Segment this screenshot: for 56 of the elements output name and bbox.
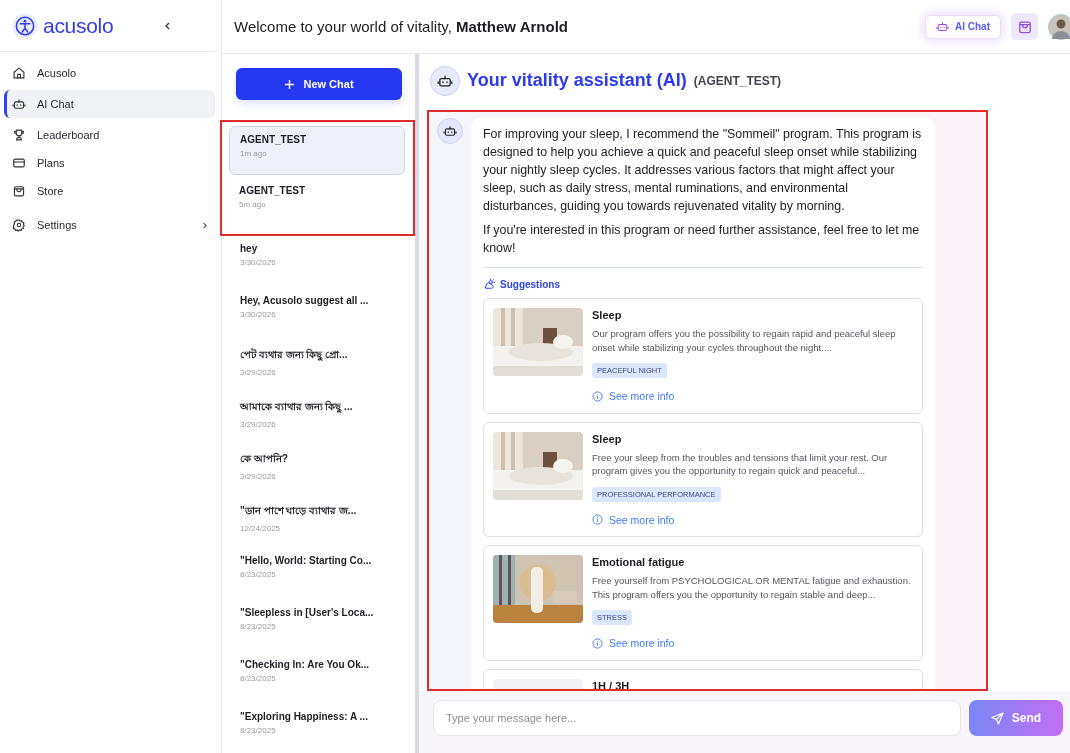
chat-item[interactable]: কে আপনি? 3/29/2026 xyxy=(222,444,415,496)
card-description: Our program offers you the possibility to regain rapid and peaceful sleep onset while stabilizing your cycles throughout the night.... xyxy=(592,327,897,354)
trophy-icon xyxy=(12,128,26,142)
card-description: Free yourself from PSYCHOLOGICAL OR MENTAL fatigue and exhaustion. This program offers you the opportunity to regain stable and deep... xyxy=(592,574,912,601)
info-icon xyxy=(592,637,603,649)
robot-icon xyxy=(430,65,460,96)
chat-item[interactable]: "Checking In: Are You Ok... 8/23/2025 xyxy=(222,652,415,704)
nav-item[interactable]: Leaderboard xyxy=(4,124,215,146)
brand-name: acusolo xyxy=(43,13,115,38)
robot-icon xyxy=(12,97,26,111)
see-more-link[interactable]: See more info xyxy=(592,390,675,402)
ai-chat-button[interactable]: AI Chat xyxy=(925,14,1001,39)
nav-item[interactable]: Settings xyxy=(4,214,215,236)
cart-button[interactable] xyxy=(1011,13,1038,40)
chat-item[interactable]: hey 3/30/2026 xyxy=(222,236,415,288)
logo-icon xyxy=(12,12,38,39)
suggestions-label: Suggestions xyxy=(500,278,560,290)
info-icon xyxy=(592,390,603,402)
nav-item[interactable]: Store xyxy=(4,180,215,202)
agent-name: (AGENT_TEST) xyxy=(693,73,782,88)
chat-item[interactable]: আমাকে ব্যাথার জন্য কিছু ... 3/29/2026 xyxy=(222,392,415,444)
message-input[interactable]: Type your message here... xyxy=(433,700,961,736)
new-chat-button[interactable]: New Chat xyxy=(236,68,402,100)
avatar[interactable] xyxy=(1048,13,1070,40)
see-more-link[interactable]: See more info xyxy=(592,513,675,526)
chat-item[interactable]: "Exploring Happiness: A ... 8/23/2025 xyxy=(222,704,415,753)
chat-item[interactable]: AGENT_TEST 5m ago xyxy=(229,178,405,227)
chat-item[interactable]: "ডান পাশে ঘাড়ে ব্যাথার জ... 12/24/2025 xyxy=(222,496,415,548)
plus-icon xyxy=(284,78,296,90)
chat-item[interactable]: "Sleepless in [User's Loca... 8/23/2025 xyxy=(222,600,415,652)
message-text: If you're interested in this program or need further assistance, feel free to let me know! xyxy=(483,222,921,257)
card-title: 1H / 3H xyxy=(592,679,631,689)
card-icon xyxy=(12,156,26,170)
send-icon xyxy=(990,711,1004,725)
nav-item[interactable]: Plans xyxy=(4,152,215,174)
chat-item[interactable]: পেট ব্যথার জন্য কিছু প্রো... 3/29/2026 xyxy=(222,340,415,392)
card-title: Sleep xyxy=(592,432,623,445)
chat-item[interactable]: AGENT_TEST 1m ago xyxy=(229,126,405,175)
welcome-text: Welcome to your world of vitality, Matthew Arnold xyxy=(234,18,568,35)
info-icon xyxy=(592,514,603,525)
robot-icon xyxy=(437,118,463,144)
weather-icon xyxy=(483,278,495,290)
nav-item[interactable]: Acusolo xyxy=(4,62,215,84)
bag-icon xyxy=(12,184,26,198)
assistant-title: Your vitality assistant (AI) xyxy=(467,70,687,91)
chat-item[interactable]: "Hello, World: Starting Co... 8/23/2025 xyxy=(222,548,415,600)
card-description: Free your sleep from the troubles and tensions that limit your rest. Our program gives you the opportunity to regain quick and peaceful... xyxy=(592,450,889,478)
robot-icon xyxy=(936,20,949,33)
card-title: Sleep xyxy=(592,309,623,321)
nav-item[interactable]: AI Chat xyxy=(4,90,215,118)
chat-item[interactable]: Hey, Acusolo suggest all ... 3/30/2026 xyxy=(222,288,415,340)
settings-icon xyxy=(12,218,26,232)
see-more-link[interactable]: See more info xyxy=(592,637,675,649)
home-icon xyxy=(12,66,26,80)
card-title: Emotional fatigue xyxy=(592,556,686,568)
message-text: For improving your sleep, I recommend the "Sommeil" program. This program is designed to help you achieve a quick and peaceful sleep onset while stabilizing your nightly sleep cycles. It addresses various factors that might affect your sleep, such as daily stress, mental ruminations, and environmental disturbances, guiding you towards rejuvenated vitality by morning. xyxy=(483,126,923,215)
